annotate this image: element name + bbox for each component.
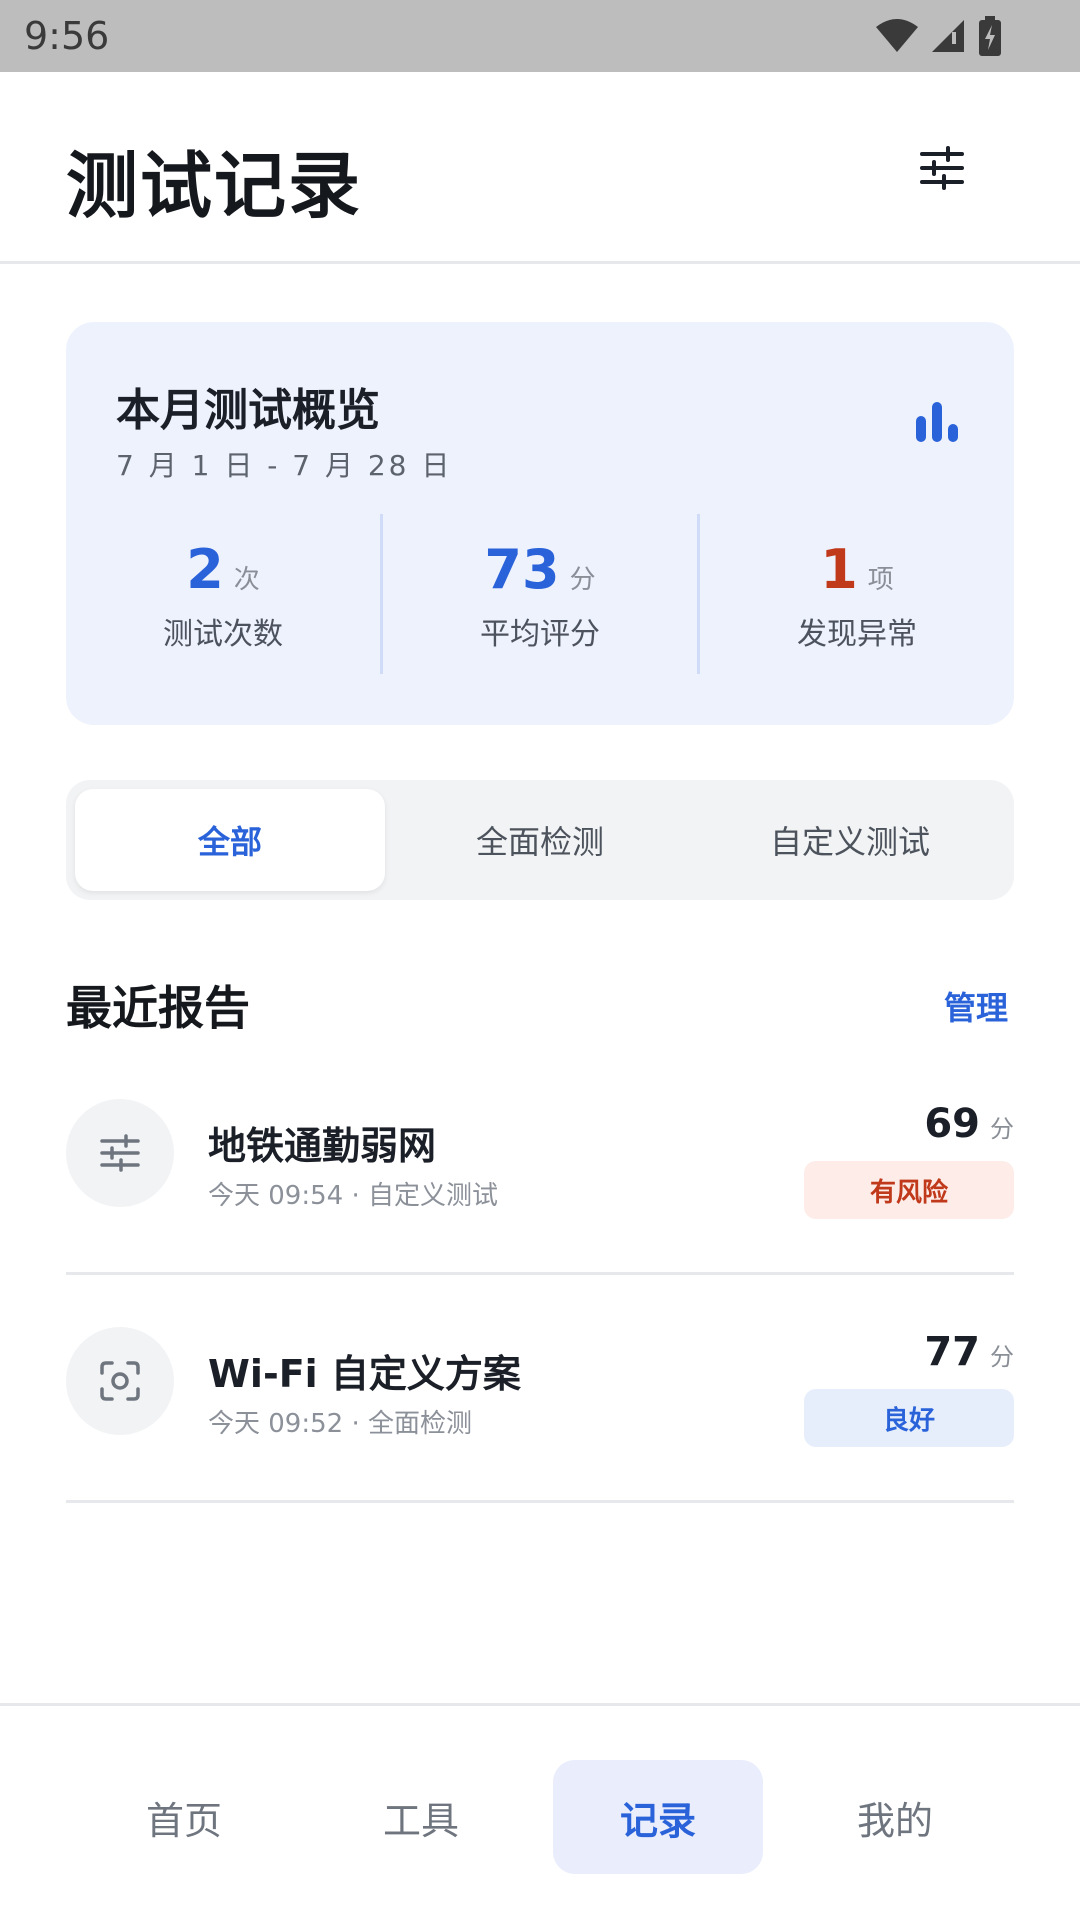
scan-icon [100, 1361, 140, 1401]
report-meta: 今天 09:52 · 全面检测 [208, 1409, 472, 1439]
status-time: 9:56 [24, 14, 110, 58]
stat-test-count: 2 次 测试次数 [66, 514, 380, 674]
overview-date-range: 7 月 1 日 - 7 月 28 日 [116, 449, 453, 482]
tab-all[interactable]: 全部 [75, 789, 385, 891]
stat-value: 73 [484, 538, 560, 601]
stat-unit: 项 [867, 565, 894, 595]
stat-unit: 分 [569, 565, 596, 595]
stat-value: 2 [186, 538, 224, 601]
tab-custom-test[interactable]: 自定义测试 [695, 789, 1005, 891]
cell-signal-icon [932, 20, 964, 52]
report-item[interactable]: 地铁通勤弱网 今天 09:54 · 自定义测试 69 分 有风险 [66, 1049, 1014, 1275]
app-bar: 测试记录 [0, 72, 1080, 264]
status-badge: 良好 [804, 1389, 1014, 1447]
report-icon-wrap [66, 1099, 174, 1207]
report-score-unit: 分 [990, 1115, 1014, 1143]
status-bar: 9:56 [0, 0, 1080, 72]
bar-chart-icon[interactable] [916, 402, 960, 442]
report-score: 77 分 [924, 1329, 1014, 1375]
report-name: 地铁通勤弱网 [208, 1124, 437, 1168]
sliders-icon [920, 146, 964, 190]
nav-mine[interactable]: 我的 [790, 1760, 1000, 1874]
report-score-unit: 分 [990, 1343, 1014, 1371]
tab-full-check[interactable]: 全面检测 [385, 789, 695, 891]
stat-label: 发现异常 [797, 617, 917, 652]
report-item[interactable]: Wi-Fi 自定义方案 今天 09:52 · 全面检测 77 分 良好 [66, 1277, 1014, 1503]
status-badge: 有风险 [804, 1161, 1014, 1219]
battery-icon [979, 16, 1001, 56]
stat-average-score: 73 分 平均评分 [380, 514, 697, 674]
filter-button[interactable] [906, 132, 978, 204]
report-score-value: 77 [924, 1329, 980, 1375]
recent-reports-title: 最近报告 [66, 981, 250, 1035]
report-name: Wi-Fi 自定义方案 [208, 1352, 521, 1396]
monthly-overview-card: 本月测试概览 7 月 1 日 - 7 月 28 日 2 次 测试次数 73 分 … [66, 322, 1014, 725]
report-meta: 今天 09:54 · 自定义测试 [208, 1181, 498, 1211]
stat-value: 1 [820, 538, 858, 601]
manage-button[interactable]: 管理 [944, 983, 1008, 1029]
stat-unit: 次 [233, 565, 260, 595]
stat-label: 平均评分 [480, 617, 600, 652]
stat-anomalies: 1 项 发现异常 [697, 514, 1014, 674]
sliders-icon [100, 1134, 140, 1172]
wifi-icon [876, 19, 918, 52]
page-title: 测试记录 [66, 144, 363, 228]
bottom-nav: 首页 工具 记录 我的 [0, 1703, 1080, 1920]
report-icon-wrap [66, 1327, 174, 1435]
status-icons [876, 14, 1002, 58]
filter-tabs: 全部 全面检测 自定义测试 [66, 780, 1014, 900]
overview-stats: 2 次 测试次数 73 分 平均评分 1 项 发现异常 [66, 514, 1014, 674]
overview-title: 本月测试概览 [116, 385, 380, 436]
report-score-value: 69 [924, 1101, 980, 1147]
stat-label: 测试次数 [163, 617, 283, 652]
nav-home[interactable]: 首页 [79, 1760, 289, 1874]
report-score: 69 分 [924, 1101, 1014, 1147]
nav-records[interactable]: 记录 [553, 1760, 763, 1874]
nav-tools[interactable]: 工具 [316, 1760, 526, 1874]
